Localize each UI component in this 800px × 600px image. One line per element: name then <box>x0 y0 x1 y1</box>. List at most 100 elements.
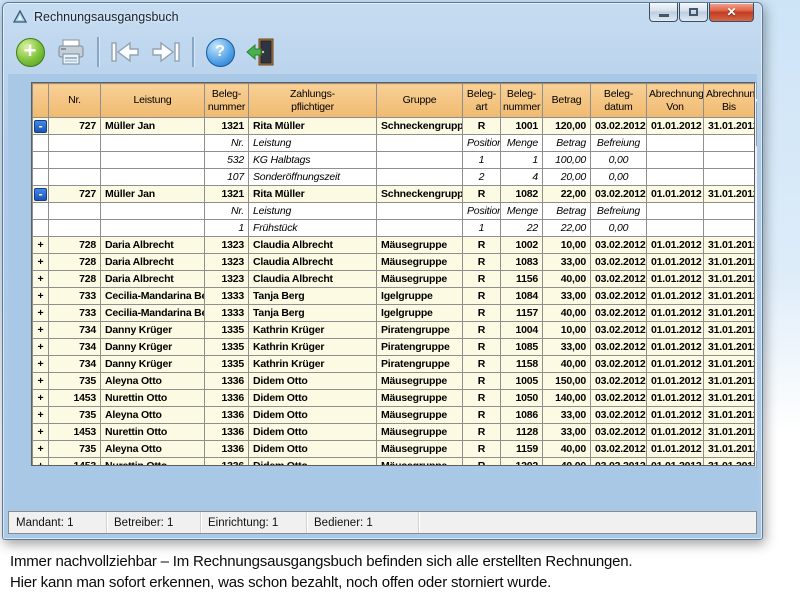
cell[interactable]: 1157 <box>501 305 543 322</box>
cell[interactable]: 33,00 <box>543 424 591 441</box>
cell[interactable]: Aleyna Otto <box>101 407 205 424</box>
nav-first-button[interactable] <box>107 34 143 70</box>
cell[interactable]: 01.01.2012 <box>647 254 704 271</box>
cell[interactable]: 728 <box>49 271 101 288</box>
cell[interactable]: 1159 <box>501 441 543 458</box>
cell[interactable]: 31.01.2012 <box>704 186 755 203</box>
cell[interactable]: 1083 <box>501 254 543 271</box>
column-header[interactable]: Gruppe <box>377 84 463 118</box>
cell[interactable]: 03.02.2012 <box>591 118 647 135</box>
cell[interactable]: 1002 <box>501 237 543 254</box>
cell[interactable]: 735 <box>49 373 101 390</box>
cell[interactable]: R <box>463 441 501 458</box>
cell[interactable]: Mäusegruppe <box>377 271 463 288</box>
cell[interactable]: Nurettin Otto <box>101 390 205 407</box>
expand-button[interactable]: + <box>33 271 49 288</box>
cell[interactable]: 01.01.2012 <box>647 305 704 322</box>
cell[interactable]: Danny Krüger <box>101 322 205 339</box>
cell[interactable]: 31.01.2012 <box>704 237 755 254</box>
expand-button[interactable]: + <box>33 390 49 407</box>
titlebar[interactable]: Rechnungsausgangsbuch ✕ <box>3 3 762 30</box>
close-button[interactable]: ✕ <box>709 3 754 22</box>
cell[interactable]: R <box>463 288 501 305</box>
cell[interactable]: 734 <box>49 322 101 339</box>
cell[interactable]: 1082 <box>501 186 543 203</box>
cell[interactable]: 03.02.2012 <box>591 322 647 339</box>
cell[interactable]: 31.01.2012 <box>704 118 755 135</box>
cell[interactable]: 40,00 <box>543 441 591 458</box>
cell[interactable]: Cecilia-Mandarina Berg <box>101 305 205 322</box>
cell[interactable]: 1336 <box>205 441 249 458</box>
cell[interactable]: Mäusegruppe <box>377 254 463 271</box>
cell[interactable]: 140,00 <box>543 390 591 407</box>
cell[interactable]: R <box>463 271 501 288</box>
expand-button[interactable]: + <box>33 356 49 373</box>
cell[interactable]: 1323 <box>205 254 249 271</box>
cell[interactable]: 03.02.2012 <box>591 271 647 288</box>
cell[interactable]: Aleyna Otto <box>101 373 205 390</box>
column-header[interactable]: Nr. <box>49 84 101 118</box>
collapse-button[interactable]: - <box>33 186 49 203</box>
cell[interactable]: 728 <box>49 237 101 254</box>
cell[interactable]: 1336 <box>205 373 249 390</box>
column-header[interactable]: Abrechnung Bis <box>704 84 755 118</box>
cell[interactable]: 01.01.2012 <box>647 390 704 407</box>
expand-button[interactable]: + <box>33 305 49 322</box>
cell[interactable]: 1335 <box>205 339 249 356</box>
cell[interactable]: 1084 <box>501 288 543 305</box>
cell[interactable]: Nurettin Otto <box>101 424 205 441</box>
cell[interactable]: 1005 <box>501 373 543 390</box>
cell[interactable]: Daria Albrecht <box>101 237 205 254</box>
cell[interactable]: 03.02.2012 <box>591 390 647 407</box>
cell[interactable]: 03.02.2012 <box>591 356 647 373</box>
cell[interactable]: Rita Müller <box>249 118 377 135</box>
cell[interactable]: 31.01.2012 <box>704 424 755 441</box>
cell[interactable]: 01.01.2012 <box>647 424 704 441</box>
cell[interactable]: Didem Otto <box>249 458 377 467</box>
cell[interactable]: 1335 <box>205 356 249 373</box>
nav-last-button[interactable] <box>148 34 184 70</box>
cell[interactable]: 10,00 <box>543 322 591 339</box>
cell[interactable]: 728 <box>49 254 101 271</box>
cell[interactable]: 1321 <box>205 118 249 135</box>
cell[interactable]: 31.01.2012 <box>704 322 755 339</box>
column-header[interactable] <box>33 84 49 118</box>
cell[interactable]: Rita Müller <box>249 186 377 203</box>
cell[interactable]: 31.01.2012 <box>704 339 755 356</box>
cell[interactable]: 150,00 <box>543 373 591 390</box>
cell[interactable]: 03.02.2012 <box>591 339 647 356</box>
cell[interactable]: 1321 <box>205 186 249 203</box>
cell[interactable]: 22,00 <box>543 186 591 203</box>
cell[interactable]: R <box>463 407 501 424</box>
cell[interactable]: Müller Jan <box>101 186 205 203</box>
cell[interactable]: 01.01.2012 <box>647 339 704 356</box>
cell[interactable]: Mäusegruppe <box>377 373 463 390</box>
exit-button[interactable] <box>243 34 279 70</box>
cell[interactable]: 31.01.2012 <box>704 458 755 467</box>
cell[interactable]: Kathrin Krüger <box>249 339 377 356</box>
cell[interactable]: 1004 <box>501 322 543 339</box>
cell[interactable]: 33,00 <box>543 339 591 356</box>
add-button[interactable]: + <box>12 34 48 70</box>
cell[interactable]: 01.01.2012 <box>647 407 704 424</box>
cell[interactable]: 31.01.2012 <box>704 407 755 424</box>
cell[interactable]: R <box>463 186 501 203</box>
cell[interactable]: Didem Otto <box>249 407 377 424</box>
cell[interactable]: 40,00 <box>543 271 591 288</box>
expand-button[interactable]: + <box>33 373 49 390</box>
cell[interactable]: Müller Jan <box>101 118 205 135</box>
cell[interactable]: Daria Albrecht <box>101 254 205 271</box>
cell[interactable]: 40,00 <box>543 356 591 373</box>
cell[interactable]: Aleyna Otto <box>101 441 205 458</box>
cell[interactable]: 727 <box>49 186 101 203</box>
cell[interactable]: R <box>463 305 501 322</box>
cell[interactable]: R <box>463 254 501 271</box>
cell[interactable]: 31.01.2012 <box>704 441 755 458</box>
cell[interactable]: 31.01.2012 <box>704 305 755 322</box>
cell[interactable]: 727 <box>49 118 101 135</box>
cell[interactable]: Cecilia-Mandarina Berg <box>101 288 205 305</box>
cell[interactable]: 1050 <box>501 390 543 407</box>
cell[interactable]: Kathrin Krüger <box>249 356 377 373</box>
cell[interactable]: 735 <box>49 441 101 458</box>
cell[interactable]: 734 <box>49 356 101 373</box>
